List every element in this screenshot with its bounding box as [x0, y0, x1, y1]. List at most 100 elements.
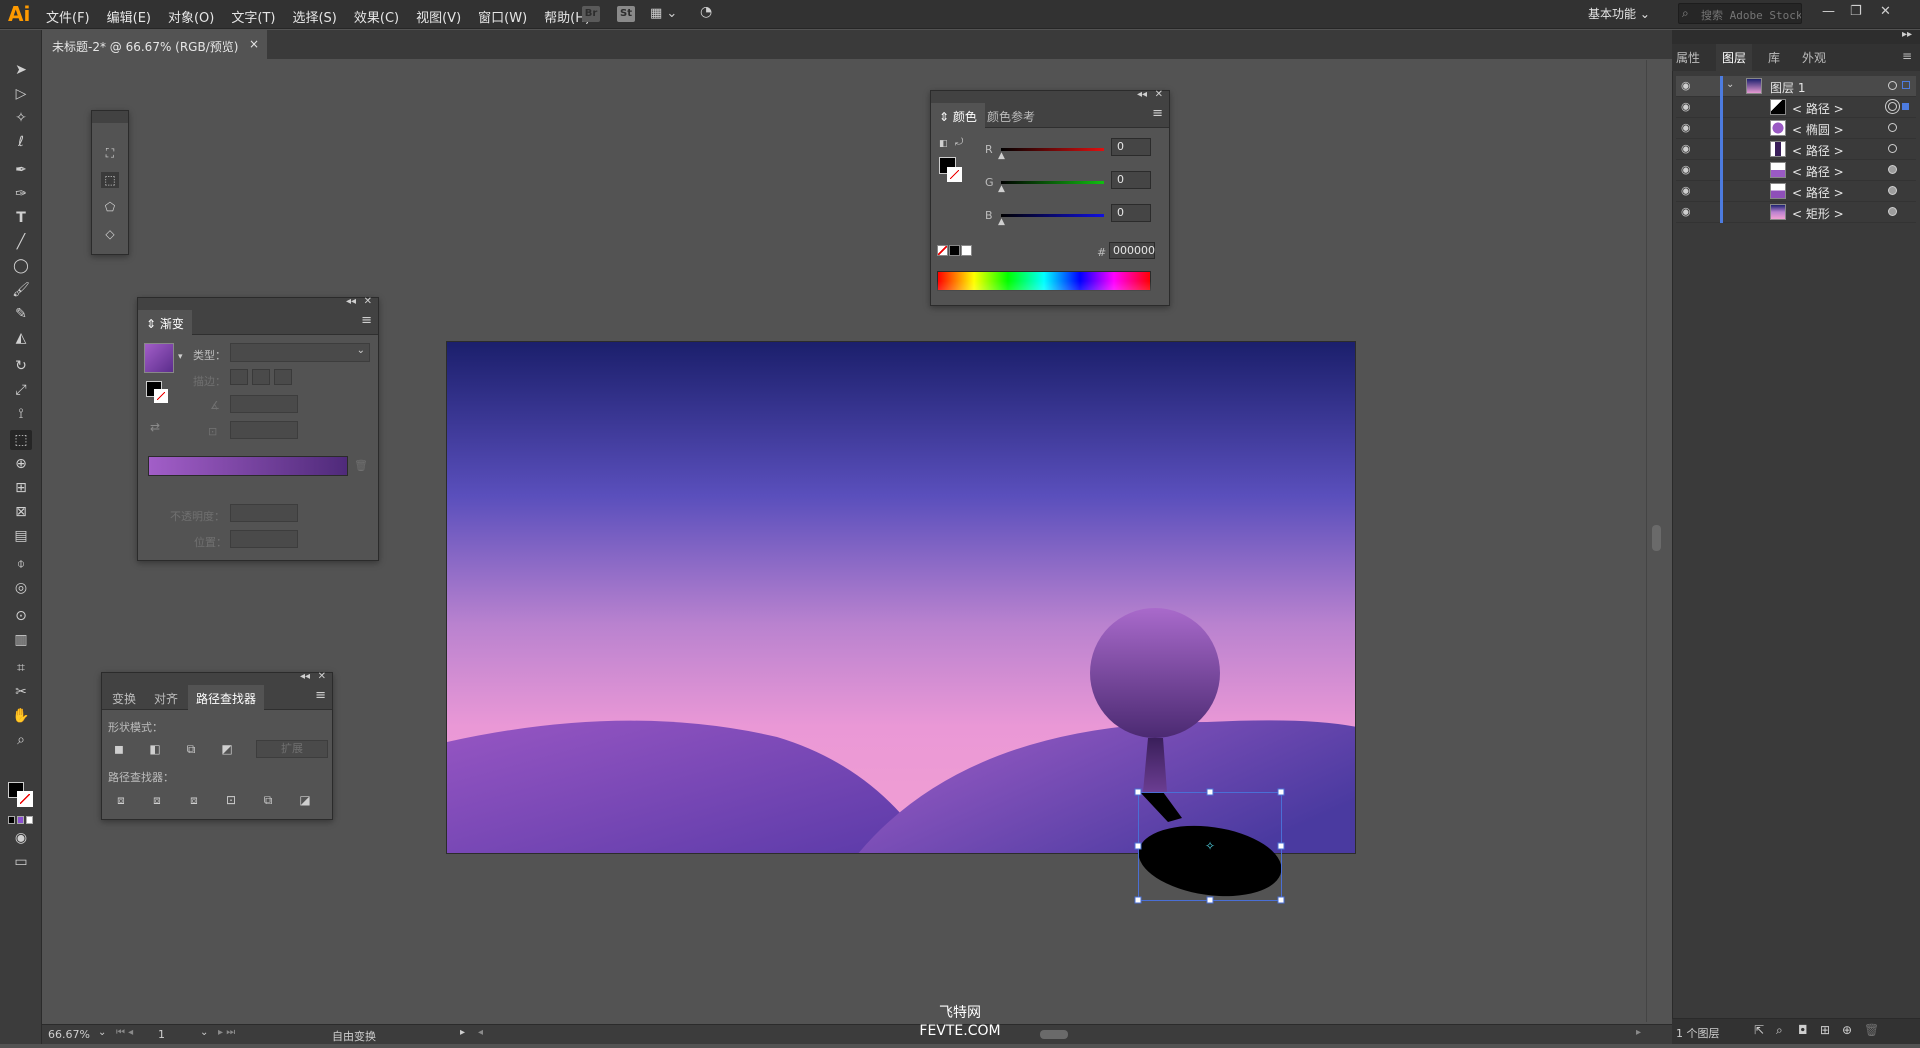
close-panel-icon[interactable]: ✕ — [1155, 89, 1163, 100]
gradient-preview-swatch[interactable] — [144, 343, 174, 373]
tab-appearance[interactable]: 外观 — [1802, 49, 1826, 66]
layer-row[interactable]: ◉ < 路径 > — [1676, 160, 1916, 181]
blue-slider[interactable] — [1001, 214, 1104, 217]
gpu-performance-icon[interactable]: ◔ — [700, 4, 712, 20]
artboard[interactable] — [446, 341, 1356, 854]
blend-tool-icon[interactable]: ◎ — [10, 578, 32, 598]
lasso-tool-icon[interactable]: ℓ — [10, 132, 32, 152]
menu-window[interactable]: 窗口(W) — [478, 7, 527, 26]
visibility-eye-icon[interactable]: ◉ — [1681, 79, 1691, 92]
minus-front-icon[interactable]: ◧ — [146, 741, 164, 757]
stroke-swatch[interactable] — [17, 791, 33, 807]
none-black-white-swatches[interactable] — [937, 245, 972, 256]
panel-menu-icon[interactable]: ≡ — [1152, 106, 1163, 121]
target-circle-icon[interactable] — [1888, 144, 1897, 153]
workspace-switcher[interactable]: 基本功能 ⌄ — [1588, 5, 1650, 22]
pen-tool-icon[interactable]: ✒ — [10, 160, 32, 180]
expand-button[interactable]: 扩展 — [256, 740, 328, 758]
opacity-input[interactable] — [230, 504, 298, 522]
red-slider[interactable] — [1001, 148, 1104, 151]
perspective-distort-icon[interactable]: ⬠ — [101, 199, 119, 215]
last-artboard-icon[interactable]: ▸ ⏭ — [218, 1027, 235, 1038]
layer-row[interactable]: ◉ ⌄ 图层 1 — [1676, 76, 1916, 97]
layer-row[interactable]: ◉ < 矩形 > — [1676, 202, 1916, 223]
trim-icon[interactable]: ⧈ — [148, 792, 166, 808]
red-slider-thumb[interactable]: ▲ — [998, 151, 1005, 161]
selected-shadow-object[interactable]: ✧ — [1130, 780, 1290, 910]
collapse-panel-icon[interactable]: ◂◂ — [1137, 89, 1147, 100]
drawing-mode-icon[interactable]: ◉ — [10, 828, 32, 848]
panel-menu-icon[interactable]: ≡ — [315, 688, 326, 703]
artboard-tool-icon[interactable]: ⌗ — [10, 658, 32, 678]
target-circle-icon[interactable] — [1888, 81, 1897, 90]
collapse-dock-icon[interactable]: ▸▸ — [1902, 29, 1912, 40]
tab-transform[interactable]: 变换 — [112, 690, 136, 707]
scroll-right-icon[interactable]: ▸ — [1636, 1027, 1641, 1038]
gradient-slider[interactable] — [148, 456, 348, 476]
tab-color-guide[interactable]: 颜色参考 — [987, 108, 1035, 125]
angle-input[interactable] — [230, 395, 298, 413]
crop-icon[interactable]: ⊡ — [222, 792, 240, 808]
rotate-tool-icon[interactable]: ↻ — [10, 356, 32, 376]
gradient-stroke-swatch[interactable] — [154, 389, 168, 403]
visibility-eye-icon[interactable]: ◉ — [1681, 184, 1691, 197]
layer-row[interactable]: ◉ < 路径 > — [1676, 97, 1916, 118]
panel-menu-icon[interactable]: ≡ — [1902, 49, 1912, 63]
target-circle-icon[interactable] — [1888, 186, 1897, 195]
direct-selection-tool-icon[interactable]: ▷ — [10, 84, 32, 104]
selection-indicator-icon[interactable] — [1902, 81, 1910, 89]
color-stroke-swatch[interactable] — [947, 167, 962, 182]
close-window-icon[interactable]: ✕ — [1880, 4, 1891, 19]
collapse-panel-icon[interactable]: ◂◂ — [346, 296, 356, 307]
shaper-tool-icon[interactable]: ✎ — [10, 304, 32, 324]
visibility-eye-icon[interactable]: ◉ — [1681, 163, 1691, 176]
layer-row[interactable]: ◉ < 椭圆 > — [1676, 118, 1916, 139]
blue-value-input[interactable]: 0 — [1111, 204, 1151, 222]
position-input[interactable] — [230, 530, 298, 548]
restore-icon[interactable]: ❐ — [1850, 4, 1862, 19]
visibility-eye-icon[interactable]: ◉ — [1681, 100, 1691, 113]
status-menu-icon[interactable]: ▸ — [460, 1027, 465, 1038]
divide-icon[interactable]: ⧈ — [112, 792, 130, 808]
exclude-icon[interactable]: ◩ — [218, 741, 236, 757]
selection-tool-icon[interactable]: ➤ — [10, 60, 32, 80]
ellipse-tool-icon[interactable]: ◯ — [10, 256, 32, 276]
minus-back-icon[interactable]: ◪ — [296, 792, 314, 808]
minimize-icon[interactable]: — — [1822, 4, 1835, 19]
free-transform-mode-icon[interactable]: ⬚ — [101, 172, 119, 188]
artboard-number[interactable]: 1 — [158, 1028, 165, 1041]
red-value-input[interactable]: 0 — [1111, 138, 1151, 156]
locate-object-icon[interactable]: ⌕ — [1776, 1023, 1783, 1038]
unite-icon[interactable]: ◼ — [110, 741, 128, 757]
merge-icon[interactable]: ⧈ — [185, 792, 203, 808]
close-panel-icon[interactable]: ✕ — [318, 671, 326, 682]
arrange-documents-icon[interactable]: ▦ ⌄ — [650, 6, 677, 21]
visibility-eye-icon[interactable]: ◉ — [1681, 142, 1691, 155]
width-tool-icon[interactable]: ⟟ — [10, 404, 32, 424]
layer-row[interactable]: ◉ < 路径 > — [1676, 139, 1916, 160]
graph-tool-icon[interactable]: ▥ — [10, 630, 32, 650]
menu-edit[interactable]: 编辑(E) — [107, 7, 151, 26]
vertical-scrollbar[interactable] — [1646, 60, 1666, 1022]
menu-type[interactable]: 文字(T) — [231, 7, 275, 26]
green-value-input[interactable]: 0 — [1111, 171, 1151, 189]
menu-object[interactable]: 对象(O) — [168, 7, 214, 26]
menu-select[interactable]: 选择(S) — [292, 7, 336, 26]
bridge-button[interactable]: Br — [582, 6, 600, 22]
close-panel-icon[interactable]: ✕ — [364, 296, 372, 307]
menu-effect[interactable]: 效果(C) — [354, 7, 399, 26]
paintbrush-tool-icon[interactable]: 🖌 — [10, 280, 32, 300]
free-distort-icon[interactable]: ◇ — [101, 226, 119, 242]
tab-pathfinder[interactable]: 路径查找器 — [188, 685, 265, 710]
curvature-tool-icon[interactable]: ✑ — [10, 184, 32, 204]
target-circle-icon[interactable] — [1888, 102, 1897, 111]
hand-tool-icon[interactable]: ✋ — [10, 706, 32, 726]
stroke-gradient-buttons[interactable] — [230, 369, 292, 385]
layer-row[interactable]: ◉ < 路径 > — [1676, 181, 1916, 202]
vertical-scroll-thumb[interactable] — [1652, 525, 1661, 551]
intersect-icon[interactable]: ⧉ — [182, 741, 200, 757]
artboard-dropdown-icon[interactable]: ⌄ — [200, 1027, 208, 1038]
gradient-preset-dropdown-icon[interactable]: ▾ — [178, 352, 183, 362]
document-tab[interactable]: 未标题-2* @ 66.67% (RGB/预览) × — [42, 30, 267, 59]
type-tool-icon[interactable]: T — [10, 208, 32, 228]
